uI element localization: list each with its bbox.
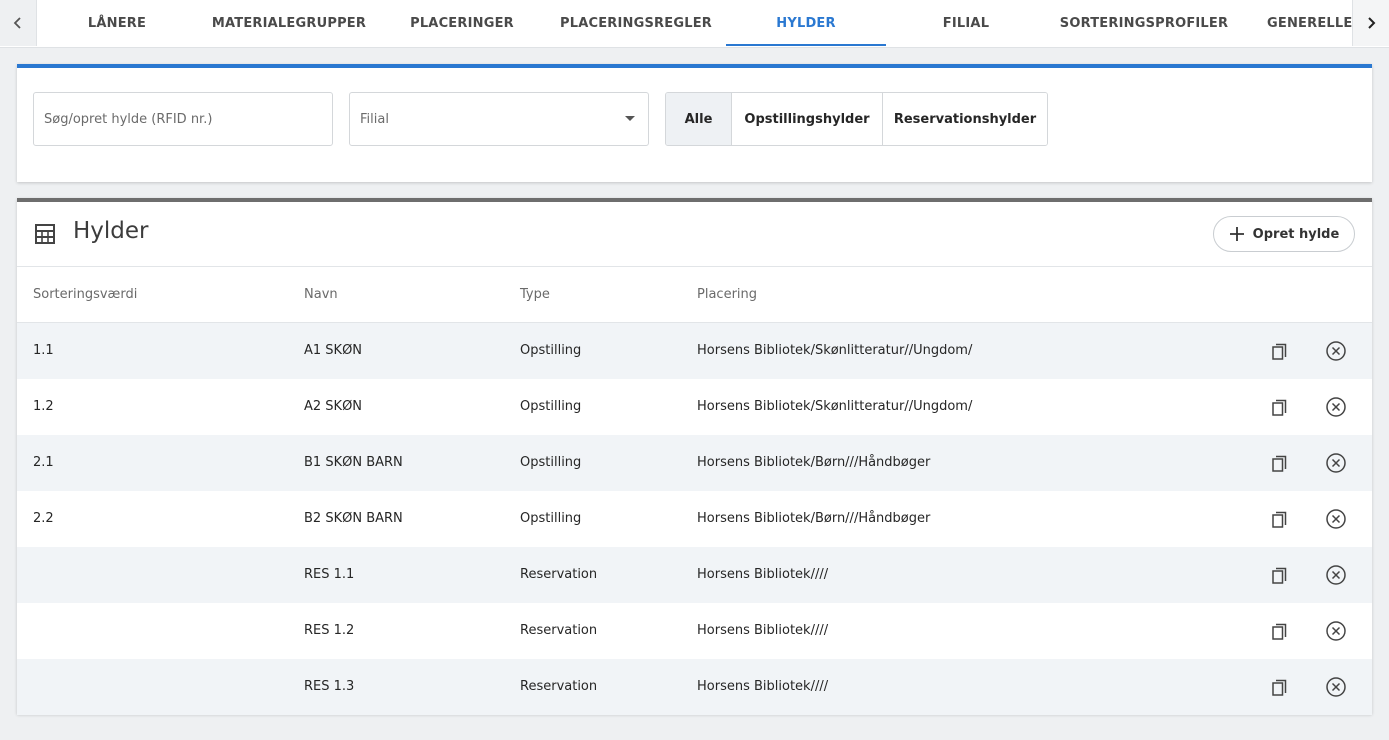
cell-sort-value: 1.2 [33, 399, 54, 414]
cell-type: Opstilling [520, 399, 582, 414]
cell-type: Opstilling [520, 455, 582, 470]
delete-button[interactable] [1324, 339, 1348, 363]
cell-location: Horsens Bibliotek//// [697, 679, 829, 694]
copy-icon [1272, 679, 1287, 696]
copy-button[interactable] [1268, 675, 1292, 699]
close-circle-icon [1326, 509, 1346, 529]
cell-sort-value: 1.1 [33, 343, 54, 358]
close-circle-icon [1326, 397, 1346, 417]
cell-sort-value: 2.1 [33, 455, 54, 470]
close-circle-icon [1326, 621, 1346, 641]
active-tab-indicator [726, 44, 886, 46]
delete-button[interactable] [1324, 507, 1348, 531]
close-circle-icon [1326, 565, 1346, 585]
table-row[interactable]: 1.1 A1 SKØN Opstilling Horsens Bibliotek… [17, 323, 1372, 379]
table-body: 1.1 A1 SKØN Opstilling Horsens Bibliotek… [17, 323, 1372, 715]
dropdown-arrow-icon [625, 116, 635, 121]
page-title: Hylder [73, 218, 149, 244]
column-header-name[interactable]: Navn [304, 267, 338, 322]
copy-icon [1272, 343, 1287, 360]
tab-placeringsregler[interactable]: PLACERINGSREGLER [551, 0, 721, 47]
copy-button[interactable] [1268, 619, 1292, 643]
cell-type: Opstilling [520, 511, 582, 526]
cell-type: Reservation [520, 623, 598, 638]
copy-button[interactable] [1268, 395, 1292, 419]
branch-select-placeholder: Filial [360, 111, 389, 127]
cell-sort-value: 2.2 [33, 511, 54, 526]
tab-generelle-indstillinger[interactable]: GENERELLE INDSTILLINGER [1267, 0, 1352, 47]
table-row[interactable]: 2.1 B1 SKØN BARN Opstilling Horsens Bibl… [17, 435, 1372, 491]
table-row[interactable]: 2.2 B2 SKØN BARN Opstilling Horsens Bibl… [17, 491, 1372, 547]
branch-select[interactable]: Filial [349, 92, 649, 146]
tab-bar: LÅNERE MATERIALEGRUPPER PLACERINGER PLAC… [0, 0, 1389, 48]
cell-name: B1 SKØN BARN [304, 455, 403, 470]
copy-icon [1272, 567, 1287, 584]
table-row[interactable]: RES 1.3 Reservation Horsens Bibliotek///… [17, 659, 1372, 715]
cell-name: RES 1.3 [304, 679, 355, 694]
cell-location: Horsens Bibliotek//// [697, 623, 829, 638]
table-header: Sorteringsværdi Navn Type Placering [17, 267, 1372, 323]
cell-location: Horsens Bibliotek/Skønlitteratur//Ungdom… [697, 343, 973, 358]
close-circle-icon [1326, 453, 1346, 473]
table-row[interactable]: RES 1.1 Reservation Horsens Bibliotek///… [17, 547, 1372, 603]
filter-reservation-shelves-button[interactable]: Reservationshylder [882, 93, 1047, 145]
copy-icon [1272, 455, 1287, 472]
tab-hylder[interactable]: HYLDER [726, 0, 886, 47]
close-circle-icon [1326, 677, 1346, 697]
tab-scroll-right-button[interactable] [1352, 0, 1389, 46]
tab-placeringer[interactable]: PLACERINGER [382, 0, 542, 47]
plus-icon [1229, 227, 1244, 241]
delete-button[interactable] [1324, 563, 1348, 587]
shelves-card: Hylder Opret hylde Sorteringsværdi Navn … [17, 198, 1372, 715]
cell-type: Reservation [520, 567, 598, 582]
cell-name: B2 SKØN BARN [304, 511, 403, 526]
chevron-left-icon [13, 17, 21, 29]
cell-location: Horsens Bibliotek/Børn///Håndbøger [697, 511, 931, 526]
copy-button[interactable] [1268, 507, 1292, 531]
delete-button[interactable] [1324, 675, 1348, 699]
shelves-card-header: Hylder Opret hylde [17, 202, 1372, 267]
shelf-icon [35, 224, 55, 244]
column-header-location[interactable]: Placering [697, 267, 757, 322]
filter-all-button[interactable]: Alle [666, 93, 731, 145]
copy-button[interactable] [1268, 451, 1292, 475]
close-circle-icon [1326, 341, 1346, 361]
cell-name: A1 SKØN [304, 343, 363, 358]
cell-location: Horsens Bibliotek/Børn///Håndbøger [697, 455, 931, 470]
table-row[interactable]: 1.2 A2 SKØN Opstilling Horsens Bibliotek… [17, 379, 1372, 435]
cell-location: Horsens Bibliotek/Skønlitteratur//Ungdom… [697, 399, 973, 414]
chevron-right-icon [1368, 17, 1376, 29]
copy-icon [1272, 511, 1287, 528]
cell-type: Opstilling [520, 343, 582, 358]
cell-name: RES 1.1 [304, 567, 355, 582]
tab-filial[interactable]: FILIAL [886, 0, 1046, 47]
shelf-type-toggle: Alle Opstillingshylder Reservationshylde… [665, 92, 1048, 146]
tab-materialegrupper[interactable]: MATERIALEGRUPPER [209, 0, 369, 47]
tab-laanere[interactable]: LÅNERE [37, 0, 197, 47]
delete-button[interactable] [1324, 619, 1348, 643]
tab-scroll-left-button[interactable] [0, 0, 37, 46]
copy-button[interactable] [1268, 339, 1292, 363]
tab-sorteringsprofiler[interactable]: SORTERINGSPROFILER [1054, 0, 1234, 47]
cell-location: Horsens Bibliotek//// [697, 567, 829, 582]
copy-icon [1272, 623, 1287, 640]
delete-button[interactable] [1324, 395, 1348, 419]
delete-button[interactable] [1324, 451, 1348, 475]
create-shelf-label: Opret hylde [1252, 226, 1340, 242]
copy-button[interactable] [1268, 563, 1292, 587]
filter-display-shelves-button[interactable]: Opstillingshylder [731, 93, 882, 145]
cell-name: A2 SKØN [304, 399, 363, 414]
create-shelf-button[interactable]: Opret hylde [1213, 216, 1355, 252]
column-header-type[interactable]: Type [520, 267, 550, 322]
filter-card: Filial Alle Opstillingshylder Reservatio… [17, 64, 1372, 182]
cell-name: RES 1.2 [304, 623, 355, 638]
shelf-search-input[interactable] [33, 92, 333, 146]
tabs-viewport: LÅNERE MATERIALEGRUPPER PLACERINGER PLAC… [37, 0, 1352, 47]
cell-type: Reservation [520, 679, 598, 694]
copy-icon [1272, 399, 1287, 416]
column-header-sort-value[interactable]: Sorteringsværdi [33, 267, 137, 322]
table-row[interactable]: RES 1.2 Reservation Horsens Bibliotek///… [17, 603, 1372, 659]
